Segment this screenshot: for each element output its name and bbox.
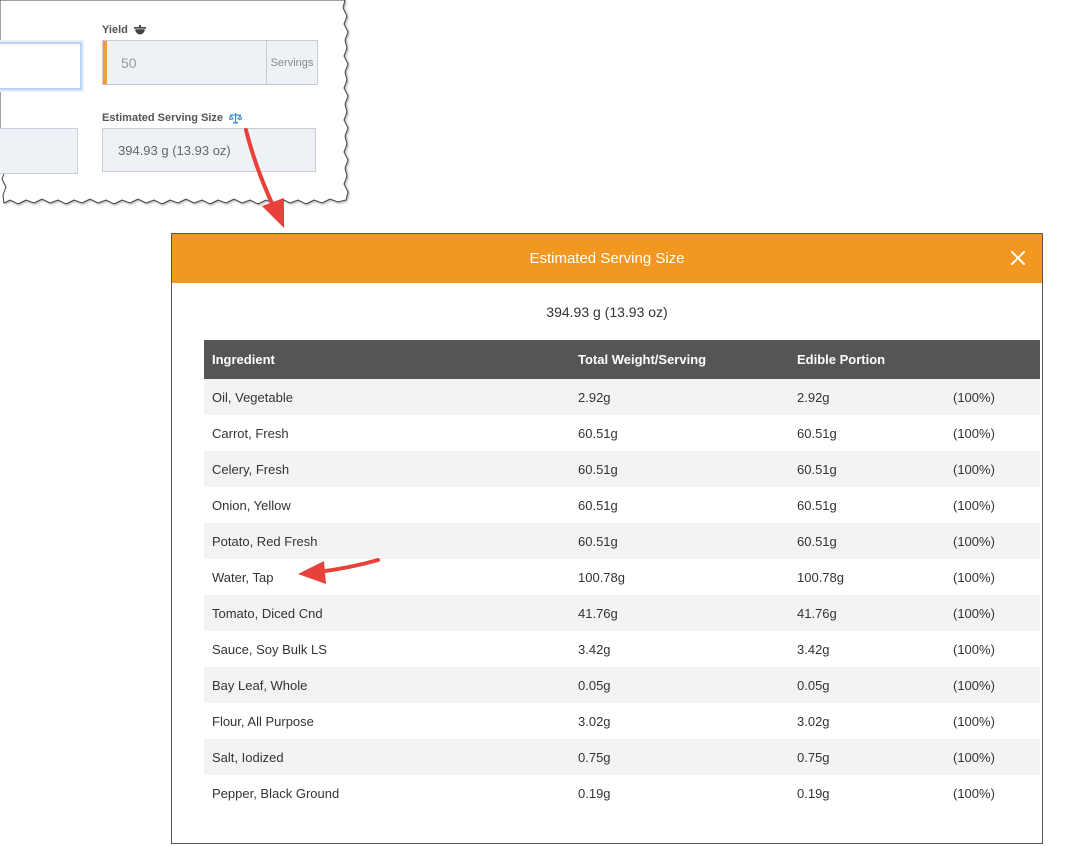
total-weight: 3.42g — [570, 631, 789, 667]
edible-portion: 3.02g — [789, 703, 945, 739]
ingredient-name: Oil, Vegetable — [204, 379, 570, 415]
edible-portion: 60.51g — [789, 487, 945, 523]
yield-label: Yield — [102, 24, 128, 36]
serving-size-label-row: Estimated Serving Size — [102, 112, 243, 124]
yield-label-row: Yield — [102, 24, 146, 36]
total-weight: 0.05g — [570, 667, 789, 703]
table-row: Salt, Iodized 0.75g 0.75g (100%) — [204, 739, 1040, 775]
edible-portion: 3.42g — [789, 631, 945, 667]
serving-size-label: Estimated Serving Size — [102, 112, 224, 124]
total-weight: 0.75g — [570, 739, 789, 775]
ingredient-name: Bay Leaf, Whole — [204, 667, 570, 703]
column-header-total-weight: Total Weight/Serving — [570, 340, 789, 379]
total-weight: 60.51g — [570, 487, 789, 523]
edible-portion: 60.51g — [789, 451, 945, 487]
total-weight: 60.51g — [570, 451, 789, 487]
edible-percent: (100%) — [945, 775, 1040, 811]
table-row: Water, Tap 100.78g 100.78g (100%) — [204, 559, 1040, 595]
total-weight: 60.51g — [570, 523, 789, 559]
ingredient-name: Carrot, Fresh — [204, 415, 570, 451]
edible-percent: (100%) — [945, 523, 1040, 559]
edible-percent: (100%) — [945, 379, 1040, 415]
total-weight: 3.02g — [570, 703, 789, 739]
close-icon — [1011, 251, 1025, 265]
table-row: Pepper, Black Ground 0.19g 0.19g (100%) — [204, 775, 1040, 811]
ingredient-name: Celery, Fresh — [204, 451, 570, 487]
serving-size-summary: 394.93 g (13.93 oz) — [546, 304, 668, 320]
estimated-serving-size-field[interactable]: 394.93 g (13.93 oz) — [102, 128, 316, 172]
total-weight: 0.19g — [570, 775, 789, 811]
edible-portion: 2.92g — [789, 379, 945, 415]
edible-portion: 41.76g — [789, 595, 945, 631]
edible-portion: 0.05g — [789, 667, 945, 703]
table-row: Tomato, Diced Cnd 41.76g 41.76g (100%) — [204, 595, 1040, 631]
table-row: Bay Leaf, Whole 0.05g 0.05g (100%) — [204, 667, 1040, 703]
table-row: Carrot, Fresh 60.51g 60.51g (100%) — [204, 415, 1040, 451]
edible-percent: (100%) — [945, 703, 1040, 739]
total-weight: 2.92g — [570, 379, 789, 415]
table-row: Onion, Yellow 60.51g 60.51g (100%) — [204, 487, 1040, 523]
ingredient-name: Onion, Yellow — [204, 487, 570, 523]
ingredient-name: Pepper, Black Ground — [204, 775, 570, 811]
ingredient-name: Potato, Red Fresh — [204, 523, 570, 559]
left-input-top[interactable] — [0, 42, 82, 90]
ingredients-table: Ingredient Total Weight/Serving Edible P… — [204, 340, 1040, 811]
ingredient-name: Sauce, Soy Bulk LS — [204, 631, 570, 667]
edible-percent: (100%) — [945, 451, 1040, 487]
column-header-ingredient: Ingredient — [204, 340, 570, 379]
left-input-bottom[interactable] — [0, 128, 78, 174]
yield-field-group: 50 Servings — [102, 40, 318, 85]
edible-portion: 60.51g — [789, 523, 945, 559]
scale-icon[interactable] — [229, 112, 243, 124]
edible-portion: 100.78g — [789, 559, 945, 595]
edible-percent: (100%) — [945, 739, 1040, 775]
table-row: Potato, Red Fresh 60.51g 60.51g (100%) — [204, 523, 1040, 559]
total-weight: 100.78g — [570, 559, 789, 595]
modal-title: Estimated Serving Size — [529, 250, 685, 267]
edible-percent: (100%) — [945, 487, 1040, 523]
yield-unit-addon: Servings — [266, 41, 317, 84]
ingredient-name: Water, Tap — [204, 559, 570, 595]
ingredient-name: Flour, All Purpose — [204, 703, 570, 739]
column-header-edible-portion: Edible Portion — [789, 340, 945, 379]
edible-percent: (100%) — [945, 667, 1040, 703]
form-snippet: Yield 50 Servings Estimated Serving Size — [0, 0, 350, 206]
edible-percent: (100%) — [945, 559, 1040, 595]
total-weight: 60.51g — [570, 415, 789, 451]
modal-header: Estimated Serving Size — [172, 234, 1042, 283]
table-row: Celery, Fresh 60.51g 60.51g (100%) — [204, 451, 1040, 487]
column-header-percent — [945, 340, 1040, 379]
table-row: Oil, Vegetable 2.92g 2.92g (100%) — [204, 379, 1040, 415]
table-header-row: Ingredient Total Weight/Serving Edible P… — [204, 340, 1040, 379]
edible-percent: (100%) — [945, 595, 1040, 631]
serving-size-modal: Estimated Serving Size 394.93 g (13.93 o… — [171, 233, 1043, 844]
yield-input[interactable]: 50 — [103, 41, 266, 84]
ingredient-name: Salt, Iodized — [204, 739, 570, 775]
close-button[interactable] — [1006, 246, 1030, 270]
table-row: Flour, All Purpose 3.02g 3.02g (100%) — [204, 703, 1040, 739]
ingredient-name: Tomato, Diced Cnd — [204, 595, 570, 631]
edible-percent: (100%) — [945, 631, 1040, 667]
edible-portion: 0.19g — [789, 775, 945, 811]
table-row: Sauce, Soy Bulk LS 3.42g 3.42g (100%) — [204, 631, 1040, 667]
total-weight: 41.76g — [570, 595, 789, 631]
serving-bowl-icon — [133, 25, 146, 35]
edible-percent: (100%) — [945, 415, 1040, 451]
edible-portion: 0.75g — [789, 739, 945, 775]
edible-portion: 60.51g — [789, 415, 945, 451]
